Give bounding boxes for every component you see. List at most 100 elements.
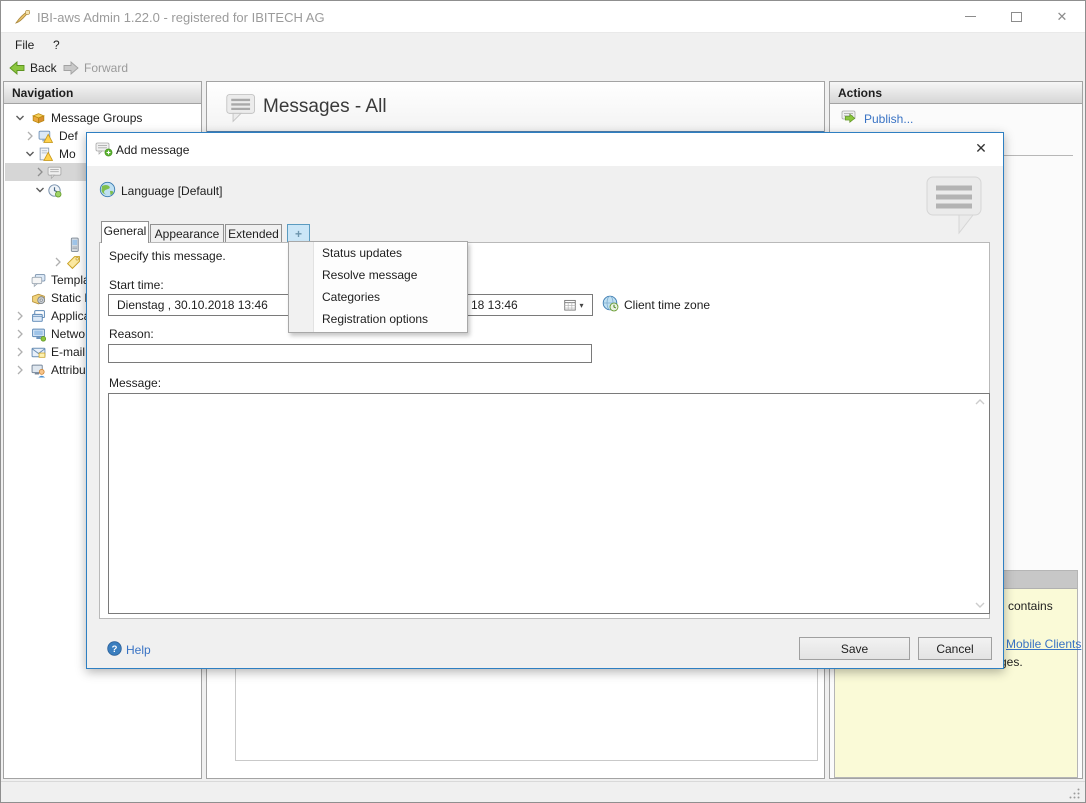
tree-label: Attribu (51, 363, 86, 377)
close-icon: ✕ (975, 140, 987, 156)
phone-icon (70, 237, 79, 252)
chevron-right-icon[interactable] (23, 129, 37, 143)
attributes-icon (31, 364, 46, 378)
applications-icon (32, 310, 45, 322)
calendar-dropdown-button[interactable]: ▾ (561, 296, 587, 314)
main-header: Messages - All (207, 82, 824, 133)
chevron-down-icon[interactable] (33, 183, 47, 197)
tree-label: Templa (51, 273, 90, 287)
help-icon: ? (107, 641, 122, 656)
tool-bar: Back Forward (1, 57, 1085, 79)
tab-label: Appearance (154, 227, 220, 241)
tree-label: Message Groups (51, 111, 143, 125)
minimize-button[interactable] (949, 1, 991, 32)
start-time-field[interactable]: Dienstag , 30.10.2018 13:46 (108, 294, 309, 316)
language-globe-icon (99, 181, 116, 198)
chevron-right-icon[interactable] (33, 165, 47, 179)
publish-link[interactable]: Publish... (864, 112, 913, 126)
clock-icon (48, 184, 62, 198)
client-time-zone-icon (602, 295, 619, 312)
chevron-right-icon[interactable] (13, 327, 27, 341)
menu-item-categories[interactable]: Categories (322, 287, 462, 309)
navigation-header: Navigation (4, 82, 201, 104)
add-message-dialog: Add message ✕ Language [Default] General… (86, 132, 1004, 669)
menu-file[interactable]: File (15, 38, 34, 52)
back-arrow-icon (9, 61, 25, 75)
scroll-down-icon[interactable] (974, 601, 986, 609)
tab-appearance[interactable]: Appearance (150, 224, 224, 243)
chevron-right-icon[interactable] (13, 309, 27, 323)
resize-grip-icon[interactable] (1068, 787, 1081, 800)
cancel-label: Cancel (936, 642, 974, 656)
app-window: IBI-aws Admin 1.22.0 - registered for IB… (0, 0, 1086, 803)
tree-label: Applica (51, 309, 91, 323)
message-group-icon (39, 147, 53, 161)
calendar-icon (564, 299, 577, 311)
dialog-close-button[interactable]: ✕ (969, 140, 993, 160)
add-message-icon (95, 142, 113, 157)
close-icon: ✕ (1056, 8, 1068, 24)
dialog-title-bar: Add message ✕ (87, 133, 1003, 166)
app-icon (15, 9, 31, 24)
client-time-zone-label: Client time zone (624, 298, 711, 312)
menu-bar: File ? (1, 34, 1085, 57)
message-watermark-icon (926, 176, 982, 235)
message-textarea[interactable] (108, 393, 990, 614)
instruction-text: Specify this message. (109, 249, 226, 263)
reason-input[interactable] (108, 344, 592, 363)
message-label: Message: (109, 376, 162, 390)
general-tab-content: Specify this message. Start time: Dienst… (99, 242, 990, 619)
templates-icon (31, 274, 46, 288)
tree-label: Def (59, 129, 78, 143)
save-button[interactable]: Save (799, 637, 910, 660)
plus-icon: + (294, 227, 302, 241)
messages-icon (226, 94, 255, 123)
close-button[interactable]: ✕ (1041, 1, 1083, 32)
tree-label: E-mail (51, 345, 86, 359)
reason-label: Reason: (109, 327, 154, 341)
language-label: Language [Default] (121, 184, 223, 198)
scroll-up-icon[interactable] (974, 398, 986, 406)
message-icon (47, 166, 62, 180)
mobile-clients-link[interactable]: Mobile Clients (1006, 637, 1081, 651)
actions-header: Actions (830, 82, 1082, 104)
forward-label: Forward (84, 61, 129, 75)
forward-arrow-icon (63, 61, 79, 75)
tree-label: Netwo (51, 327, 86, 341)
start-time-value: Dienstag , 30.10.2018 13:46 (117, 298, 268, 312)
back-button[interactable]: Back (9, 59, 57, 77)
tree-item-message-groups[interactable]: Message Groups (5, 109, 201, 127)
message-group-icon (38, 130, 53, 143)
save-label: Save (840, 642, 869, 656)
title-bar: IBI-aws Admin 1.22.0 - registered for IB… (1, 1, 1085, 33)
help-link[interactable]: Help (126, 643, 151, 657)
back-label: Back (30, 61, 57, 75)
menu-item-resolve-message[interactable]: Resolve message (322, 265, 462, 287)
tab-extended[interactable]: Extended (225, 224, 282, 243)
maximize-button[interactable] (995, 1, 1037, 32)
message-groups-icon (32, 113, 45, 124)
tag-icon (66, 256, 80, 270)
chevron-down-icon[interactable] (23, 147, 37, 161)
tree-label: Mo (59, 147, 76, 161)
publish-icon (841, 110, 856, 124)
chevron-right-icon[interactable] (51, 255, 65, 269)
add-tab-dropdown-menu: Status updates Resolve message Categorie… (288, 241, 468, 333)
forward-button[interactable]: Forward (63, 59, 128, 77)
svg-text:?: ? (112, 644, 118, 655)
tab-general[interactable]: General (101, 221, 149, 243)
start-time-label: Start time: (109, 278, 164, 292)
menu-item-registration-options[interactable]: Registration options (322, 309, 462, 331)
chevron-right-icon[interactable] (13, 363, 27, 377)
chevron-right-icon[interactable] (13, 345, 27, 359)
cancel-button[interactable]: Cancel (918, 637, 992, 660)
status-bar (1, 781, 1085, 802)
chevron-down-icon[interactable] (13, 111, 27, 125)
window-title: IBI-aws Admin 1.22.0 - registered for IB… (37, 10, 325, 25)
dropdown-arrow-icon: ▾ (579, 300, 584, 310)
email-icon (31, 347, 46, 358)
menu-item-status-updates[interactable]: Status updates (322, 243, 462, 265)
network-icon (32, 328, 46, 342)
menu-help[interactable]: ? (53, 38, 60, 52)
box-gear-icon (32, 293, 46, 305)
